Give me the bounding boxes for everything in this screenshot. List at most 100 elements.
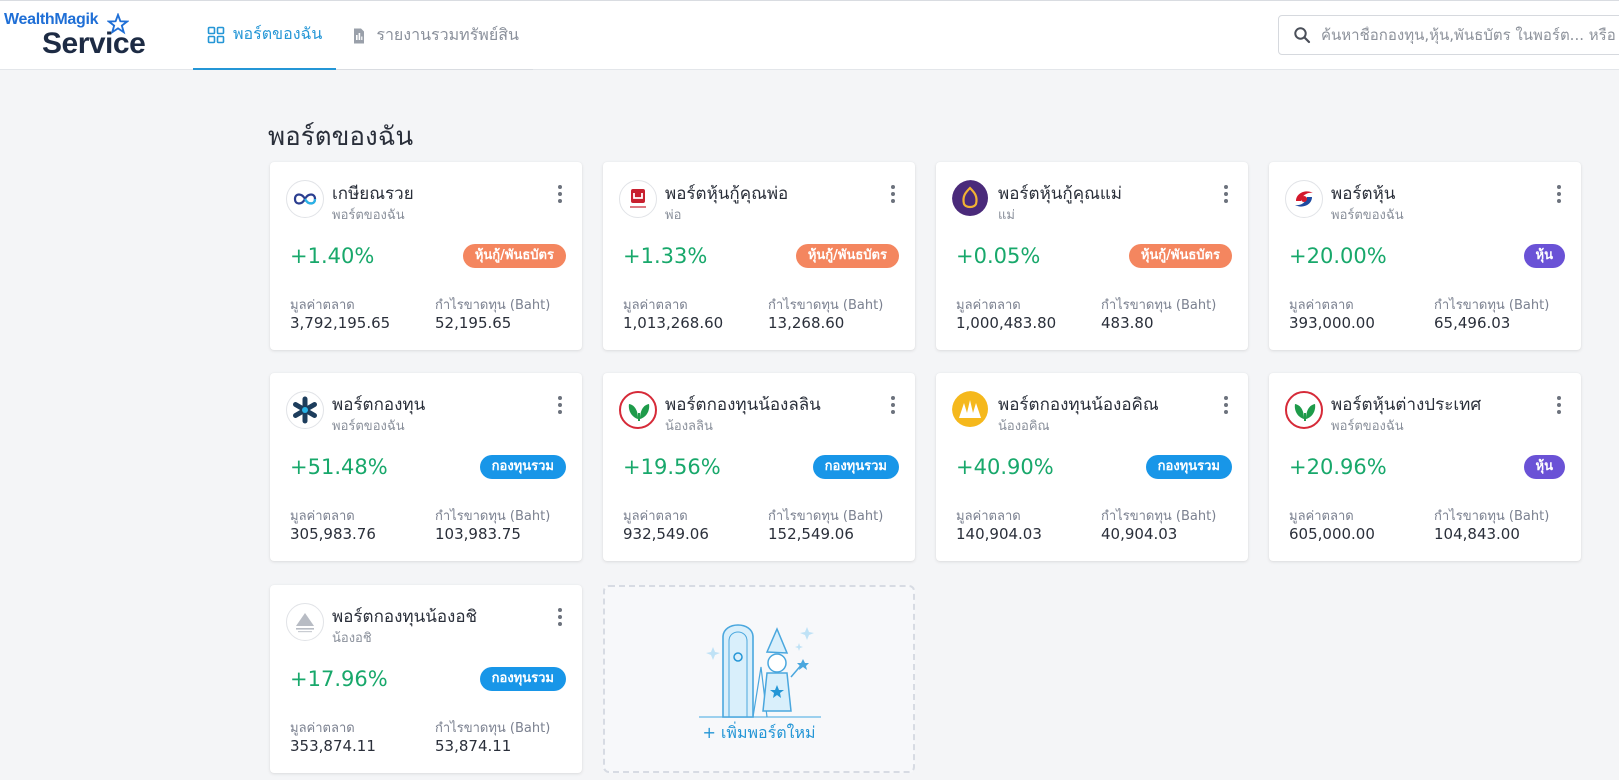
portfolio-name: เกษียณรวย	[332, 184, 414, 204]
more-options-icon[interactable]	[550, 182, 570, 206]
more-options-icon[interactable]	[550, 605, 570, 629]
main-tabs: พอร์ตของฉัน รายงานรวมทรัพย์สิน	[193, 1, 533, 70]
yellow-bank-logo-icon	[952, 391, 990, 429]
portfolio-name: พอร์ตหุ้นกู้คุณพ่อ	[665, 184, 789, 204]
portfolio-owner: น้องอคิณ	[998, 419, 1050, 434]
market-value: 140,904.03	[956, 525, 1042, 543]
market-value: 932,549.06	[623, 525, 709, 543]
market-value-label: มูลค่าตลาด	[956, 298, 1021, 313]
portfolio-card[interactable]: พอร์ตหุ้นต่างประเทศ พอร์ตของฉัน +20.96% …	[1269, 373, 1581, 561]
grey-triangle-logo-icon	[286, 603, 324, 641]
asset-type-badge: กองทุนรวม	[479, 667, 566, 691]
more-options-icon[interactable]	[883, 393, 903, 417]
market-value-label: มูลค่าตลาด	[1289, 509, 1354, 524]
portfolio-owner: น้องลลิน	[665, 419, 713, 434]
profit-label: กำไรขาดทุน (Baht)	[435, 298, 551, 313]
more-options-icon[interactable]	[883, 182, 903, 206]
profit-label: กำไรขาดทุน (Baht)	[1101, 509, 1217, 524]
asset-type-badge: หุ้นกู้/พันธบัตร	[462, 244, 566, 268]
portfolio-owner: พอร์ตของฉัน	[1331, 208, 1404, 223]
portfolio-owner: พ่อ	[665, 208, 682, 223]
purple-bank-logo-icon	[952, 180, 990, 218]
portfolio-name: พอร์ตกองทุนน้องอคิณ	[998, 395, 1159, 415]
market-value-label: มูลค่าตลาด	[623, 509, 688, 524]
asset-type-badge: หุ้นกู้/พันธบัตร	[795, 244, 899, 268]
search-input[interactable]	[1321, 26, 1619, 44]
portfolio-name: พอร์ตหุ้นกู้คุณแม่	[998, 184, 1123, 204]
return-percent: +17.96%	[290, 667, 388, 691]
portfolio-name: พอร์ตกองทุนน้องอชิ	[332, 607, 478, 627]
market-value-label: มูลค่าตลาด	[1289, 298, 1354, 313]
portfolio-owner: พอร์ตของฉัน	[332, 419, 405, 434]
app-logo[interactable]: WealthMagik Service	[4, 9, 164, 65]
more-options-icon[interactable]	[550, 393, 570, 417]
market-value: 305,983.76	[290, 525, 376, 543]
portfolio-card[interactable]: เกษียณรวย พอร์ตของฉัน +1.40% หุ้นกู้/พัน…	[270, 162, 582, 350]
portfolio-card[interactable]: พอร์ตกองทุนน้องอชิ น้องอชิ +17.96% กองทุ…	[270, 585, 582, 773]
return-percent: +1.33%	[623, 244, 708, 268]
green-leaf-logo-icon	[1285, 391, 1323, 429]
market-value-label: มูลค่าตลาด	[290, 721, 355, 736]
portfolio-name: พอร์ตกองทุน	[332, 395, 426, 415]
return-percent: +0.05%	[956, 244, 1041, 268]
profit-value: 152,549.06	[768, 525, 854, 543]
market-value-label: มูลค่าตลาด	[290, 509, 355, 524]
more-options-icon[interactable]	[1216, 393, 1236, 417]
profit-value: 52,195.65	[435, 314, 512, 332]
portfolio-card[interactable]: พอร์ตกองทุนน้องอคิณ น้องอคิณ +40.90% กอง…	[936, 373, 1248, 561]
return-percent: +19.56%	[623, 455, 721, 479]
return-percent: +51.48%	[290, 455, 388, 479]
profit-label: กำไรขาดทุน (Baht)	[768, 298, 884, 313]
grid-icon	[207, 26, 225, 43]
portfolio-name: พอร์ตกองทุนน้องลลิน	[665, 395, 821, 415]
portfolio-card[interactable]: พอร์ตหุ้น พอร์ตของฉัน +20.00% หุ้น มูลค่…	[1269, 162, 1581, 350]
profit-value: 104,843.00	[1434, 525, 1520, 543]
market-value: 353,874.11	[290, 737, 376, 755]
more-options-icon[interactable]	[1216, 182, 1236, 206]
infinity-logo-icon	[286, 180, 324, 218]
profit-value: 103,983.75	[435, 525, 521, 543]
profit-value: 40,904.03	[1101, 525, 1178, 543]
asset-type-badge: หุ้นกู้/พันธบัตร	[1128, 244, 1232, 268]
market-value: 3,792,195.65	[290, 314, 391, 332]
more-options-icon[interactable]	[1549, 393, 1569, 417]
red-blue-swirl-logo-icon	[1285, 180, 1323, 218]
market-value: 1,000,483.80	[956, 314, 1057, 332]
asterisk-logo-icon	[286, 391, 324, 429]
search-box[interactable]	[1278, 15, 1619, 55]
return-percent: +40.90%	[956, 455, 1054, 479]
portfolio-owner: น้องอชิ	[332, 631, 372, 646]
tab-asset-report[interactable]: รายงานรวมทรัพย์สิน	[336, 1, 533, 70]
red-square-logo-icon	[619, 180, 657, 218]
more-options-icon[interactable]	[1549, 182, 1569, 206]
portfolio-card[interactable]: พอร์ตกองทุนน้องลลิน น้องลลิน +19.56% กอง…	[603, 373, 915, 561]
add-portfolio-button[interactable]: + เพิ่มพอร์ตใหม่	[603, 585, 915, 773]
tab-label: รายงานรวมทรัพย์สิน	[376, 25, 519, 44]
profit-label: กำไรขาดทุน (Baht)	[1101, 298, 1217, 313]
asset-type-badge: หุ้น	[1523, 455, 1565, 479]
asset-type-badge: กองทุนรวม	[812, 455, 899, 479]
profit-value: 53,874.11	[435, 737, 512, 755]
profit-label: กำไรขาดทุน (Baht)	[1434, 298, 1550, 313]
profit-label: กำไรขาดทุน (Baht)	[1434, 509, 1550, 524]
tab-label: พอร์ตของฉัน	[233, 24, 323, 43]
asset-type-badge: หุ้น	[1523, 244, 1565, 268]
add-portfolio-label: + เพิ่มพอร์ตใหม่	[702, 723, 816, 742]
portfolio-owner: พอร์ตของฉัน	[1331, 419, 1404, 434]
profit-label: กำไรขาดทุน (Baht)	[435, 721, 551, 736]
market-value: 393,000.00	[1289, 314, 1375, 332]
portfolio-owner: แม่	[998, 208, 1015, 223]
search-icon	[1294, 27, 1311, 44]
portfolio-owner: พอร์ตของฉัน	[332, 208, 405, 223]
market-value: 1,013,268.60	[623, 314, 724, 332]
tab-my-portfolio[interactable]: พอร์ตของฉัน	[193, 1, 337, 70]
portfolio-card[interactable]: พอร์ตกองทุน พอร์ตของฉัน +51.48% กองทุนรว…	[270, 373, 582, 561]
profit-label: กำไรขาดทุน (Baht)	[435, 509, 551, 524]
asset-type-badge: กองทุนรวม	[1145, 455, 1232, 479]
portfolio-card[interactable]: พอร์ตหุ้นกู้คุณพ่อ พ่อ +1.33% หุ้นกู้/พั…	[603, 162, 915, 350]
market-value: 605,000.00	[1289, 525, 1375, 543]
document-icon	[354, 28, 365, 43]
green-leaf-logo-icon	[619, 391, 657, 429]
portfolio-name: พอร์ตหุ้น	[1331, 184, 1396, 204]
portfolio-card[interactable]: พอร์ตหุ้นกู้คุณแม่ แม่ +0.05% หุ้นกู้/พั…	[936, 162, 1248, 350]
